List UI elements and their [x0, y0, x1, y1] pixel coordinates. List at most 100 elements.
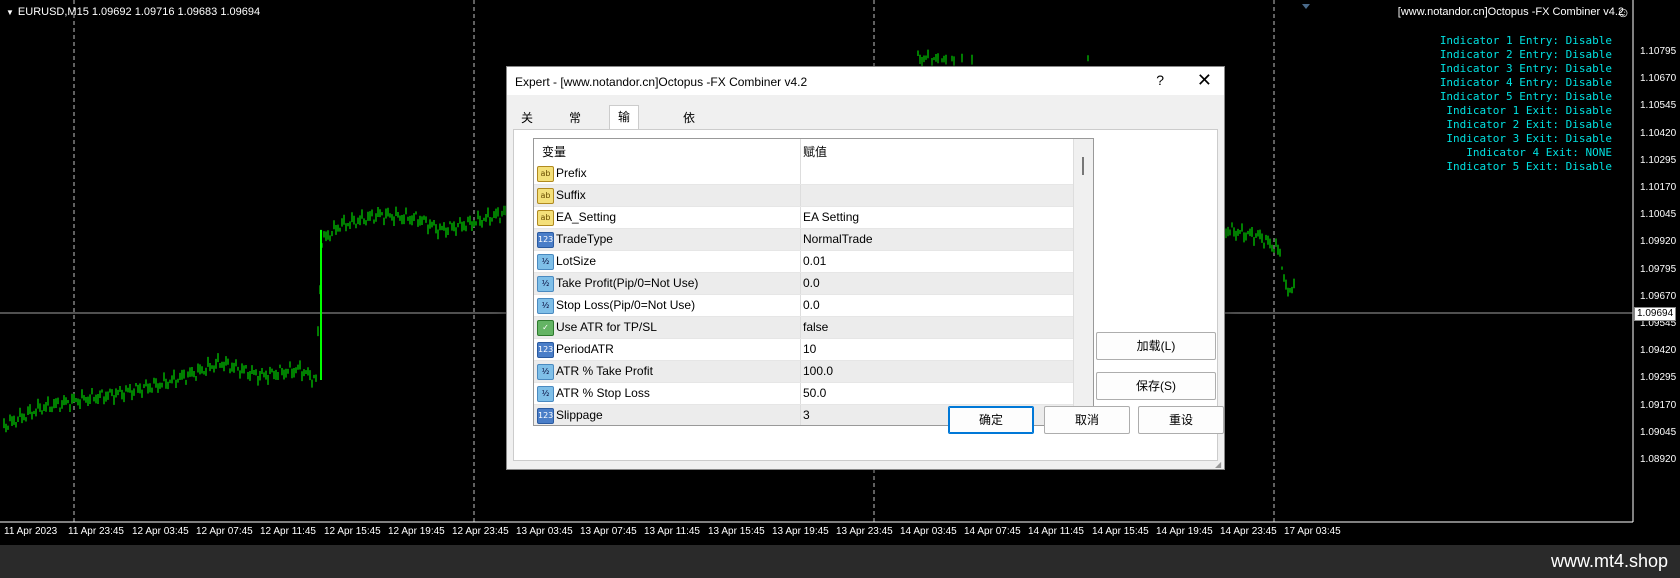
indicator-status-line: Indicator 5 Exit: Disable [1446, 160, 1612, 173]
time-tick-label: 11 Apr 23:45 [68, 526, 124, 537]
param-type-icon: ab [537, 188, 554, 204]
time-tick-label: 13 Apr 11:45 [644, 526, 700, 537]
price-tick-label: 1.10795 [1640, 46, 1677, 57]
time-tick-label: 13 Apr 07:45 [580, 526, 637, 537]
dialog-title: Expert - [www.notandor.cn]Octopus -FX Co… [515, 75, 808, 89]
time-tick-label: 11 Apr 2023 [4, 526, 58, 537]
price-tick-label: 1.10170 [1640, 182, 1677, 193]
param-type-icon: ✓ [537, 320, 554, 336]
tab-dependencies[interactable]: 依存关系 [675, 107, 703, 191]
price-tick-label: 1.09045 [1640, 426, 1677, 438]
header-value[interactable]: 赋值 [803, 143, 827, 160]
grid-scrollbar[interactable] [1073, 139, 1093, 425]
time-tick-label: 13 Apr 15:45 [708, 526, 765, 537]
param-value[interactable]: EA Setting [803, 210, 859, 224]
grid-header: 变量 赋值 [534, 139, 1073, 163]
param-name: LotSize [556, 254, 597, 268]
time-tick-label: 12 Apr 11:45 [260, 526, 316, 537]
price-tick-label: 1.09295 [1640, 372, 1677, 384]
indicator-status-line: Indicator 5 Entry: Disable [1439, 90, 1612, 103]
param-value[interactable]: NormalTrade [803, 232, 873, 246]
param-value[interactable]: 100.0 [803, 364, 833, 378]
ok-button[interactable]: 确定 [948, 406, 1034, 434]
param-type-icon: ½ [537, 276, 554, 292]
param-row[interactable]: ½ Stop Loss(Pip/0=Not Use) 0.0 [534, 295, 1073, 317]
tab-common[interactable]: 常用 [561, 107, 589, 147]
current-price-label: 1.09694 [1634, 307, 1677, 321]
params-rows: ab Prefix ab Suffix ab EA_Setting EA Setting 12… [534, 163, 1073, 425]
close-button[interactable]: ✕ [1197, 70, 1212, 91]
tab-inputs[interactable]: 输入参数 [609, 105, 640, 190]
dialog-titlebar[interactable]: Expert - [www.notandor.cn]Octopus -FX Co… [507, 67, 1224, 95]
param-row[interactable]: ½ ATR % Take Profit 100.0 [534, 361, 1073, 383]
time-tick-label: 17 Apr 03:45 [1284, 526, 1341, 537]
chart-shift-marker-icon [1302, 4, 1310, 9]
save-button[interactable]: 保存(S) [1096, 372, 1216, 400]
resize-grip-icon[interactable]: ◢ [1215, 460, 1223, 469]
param-name: EA_Setting [556, 210, 617, 224]
param-name: ATR % Take Profit [556, 364, 653, 378]
reset-button[interactable]: 重设 [1138, 406, 1224, 434]
time-tick-label: 12 Apr 07:45 [196, 526, 253, 537]
scrollbar-thumb[interactable] [1082, 157, 1084, 175]
symbol-info: ▼ EURUSD,M15 1.09692 1.09716 1.09683 1.09… [6, 6, 260, 18]
param-value[interactable]: 3 [803, 408, 810, 422]
symbol-info-text: EURUSD,M15 1.09692 1.09716 1.09683 1.096… [17, 6, 261, 18]
price-tick-label: 1.09670 [1640, 290, 1677, 302]
param-row[interactable]: 123 PeriodATR 10 [534, 339, 1073, 361]
time-tick-label: 12 Apr 15:45 [324, 526, 381, 537]
ea-smiley-icon[interactable]: ☺ [1616, 4, 1630, 20]
param-row[interactable]: ½ ATR % Stop Loss 50.0 [534, 383, 1073, 405]
cancel-button[interactable]: 取消 [1044, 406, 1130, 434]
inputs-panel: 变量 赋值 ab Prefix ab Suffix ab EA_Setting EA Set… [513, 129, 1224, 461]
param-type-icon: 123 [537, 232, 554, 248]
param-row[interactable]: ab Suffix [534, 185, 1073, 207]
time-tick-label: 14 Apr 15:45 [1092, 526, 1149, 537]
param-value[interactable]: 0.01 [803, 254, 826, 268]
ea-name-label: [www.notandor.cn]Octopus -FX Combiner v4… [1397, 6, 1624, 18]
indicator-status-line: Indicator 3 Entry: Disable [1439, 62, 1612, 75]
param-type-icon: ½ [537, 386, 554, 402]
load-button[interactable]: 加载(L) [1096, 332, 1216, 360]
param-row[interactable]: ab Prefix [534, 163, 1073, 185]
param-row[interactable]: 123 TradeType NormalTrade [534, 229, 1073, 251]
time-tick-label: 14 Apr 19:45 [1156, 526, 1213, 537]
param-row[interactable]: ab EA_Setting EA Setting [534, 207, 1073, 229]
param-type-icon: ½ [537, 364, 554, 380]
price-tick-label: 1.10295 [1640, 154, 1677, 166]
price-tick-label: 1.09170 [1640, 399, 1677, 411]
time-tick-label: 14 Apr 03:45 [900, 526, 957, 537]
time-tick-label: 12 Apr 03:45 [132, 526, 189, 537]
price-tick-label: 1.09920 [1640, 236, 1677, 248]
time-tick-label: 12 Apr 19:45 [388, 526, 445, 537]
param-name: Stop Loss(Pip/0=Not Use) [556, 298, 696, 312]
param-value[interactable]: 0.0 [803, 298, 820, 312]
param-type-icon: ½ [537, 254, 554, 270]
symbol-menu-icon[interactable]: ▼ [6, 8, 14, 17]
param-type-icon: 123 [537, 408, 554, 424]
param-type-icon: 123 [537, 342, 554, 358]
param-type-icon: ab [537, 210, 554, 226]
price-tick-label: 1.10045 [1640, 209, 1677, 221]
param-value[interactable]: 10 [803, 342, 816, 356]
param-value[interactable]: false [803, 320, 828, 334]
param-value[interactable]: 50.0 [803, 386, 826, 400]
param-value[interactable]: 0.0 [803, 276, 820, 290]
indicator-status-line: Indicator 4 Entry: Disable [1439, 76, 1612, 89]
indicator-status-line: Indicator 2 Entry: Disable [1439, 48, 1612, 61]
tab-about[interactable]: 关于 [513, 107, 541, 147]
param-name: Prefix [556, 166, 587, 180]
indicator-status-line: Indicator 1 Exit: Disable [1446, 104, 1612, 117]
params-grid: 变量 赋值 ab Prefix ab Suffix ab EA_Setting EA Set… [533, 138, 1094, 426]
param-row[interactable]: ½ Take Profit(Pip/0=Not Use) 0.0 [534, 273, 1073, 295]
param-type-icon: ab [537, 166, 554, 182]
time-tick-label: 14 Apr 07:45 [964, 526, 1021, 537]
indicator-status-line: Indicator 2 Exit: Disable [1446, 118, 1612, 131]
param-name: Take Profit(Pip/0=Not Use) [556, 276, 699, 290]
param-row[interactable]: ✓ Use ATR for TP/SL false [534, 317, 1073, 339]
help-button[interactable]: ? [1156, 72, 1164, 88]
param-name: TradeType [556, 232, 613, 246]
header-variable[interactable]: 变量 [542, 143, 566, 160]
param-name: PeriodATR [556, 342, 614, 356]
param-row[interactable]: ½ LotSize 0.01 [534, 251, 1073, 273]
